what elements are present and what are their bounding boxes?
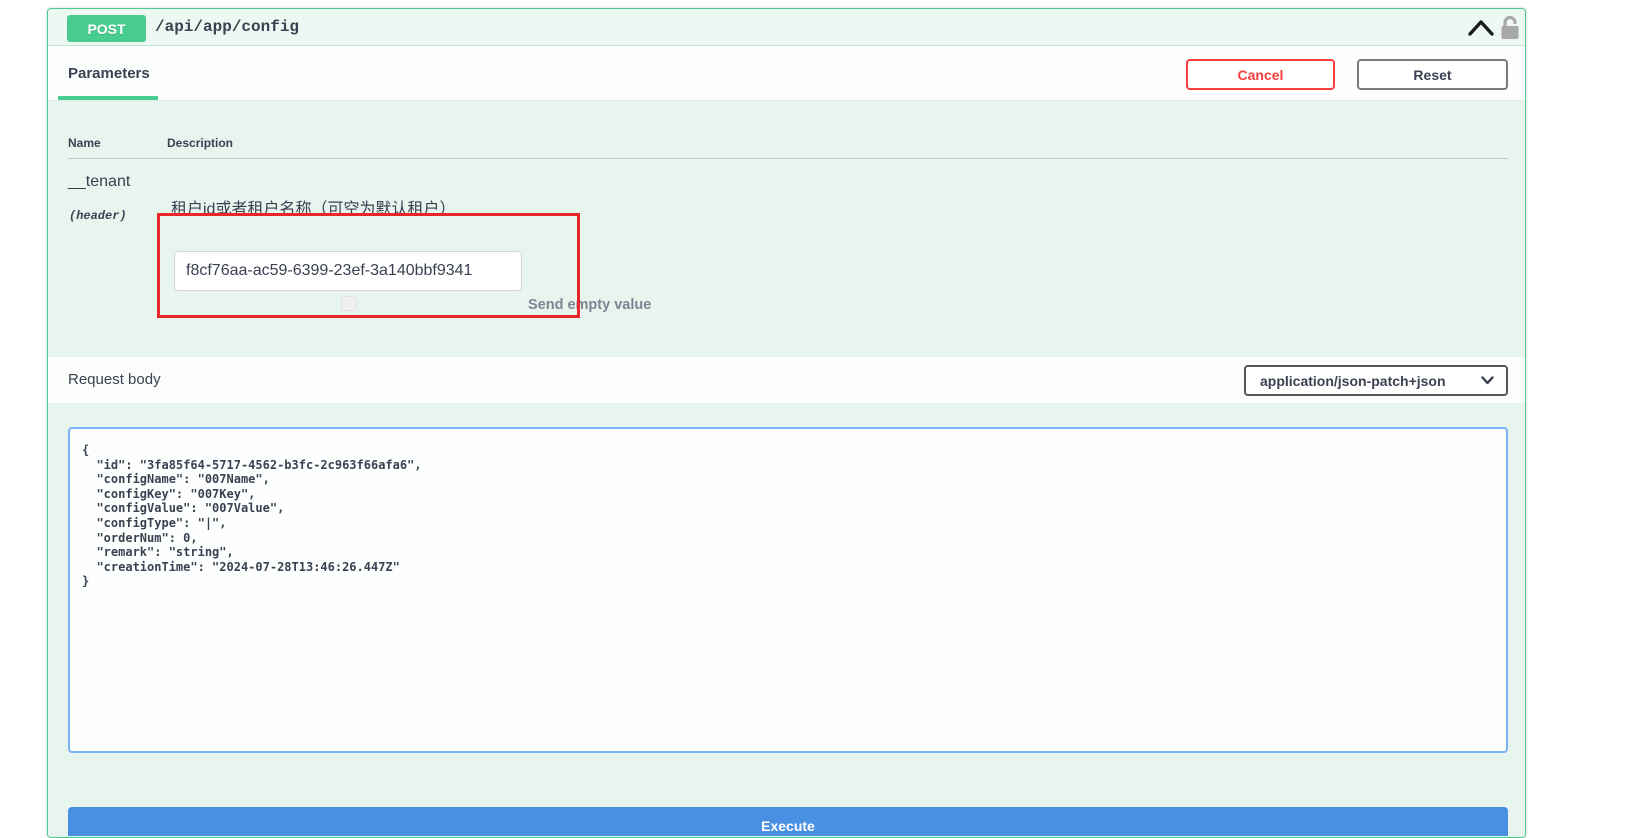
operation-header[interactable]: POST /api/app/config: [48, 9, 1525, 46]
parameter-name: __tenant: [68, 173, 130, 191]
tab-active-underline: [58, 96, 158, 100]
reset-button[interactable]: Reset: [1357, 59, 1508, 90]
execute-button[interactable]: Execute: [68, 807, 1508, 838]
operation-block-post: POST /api/app/config Parameters Cancel R…: [47, 8, 1526, 838]
cancel-button[interactable]: Cancel: [1186, 59, 1335, 90]
send-empty-value-checkbox[interactable]: [341, 296, 356, 311]
column-header-name: Name: [68, 136, 101, 150]
parameters-section: Name Description __tenant (header) 租户id或…: [48, 101, 1525, 357]
parameter-location: (header): [69, 209, 127, 223]
chevron-down-icon: [1481, 376, 1494, 385]
table-header-divider: [68, 158, 1508, 159]
request-body-label: Request body: [68, 357, 161, 403]
operation-toolbar: Parameters Cancel Reset: [48, 46, 1525, 101]
request-body-section: { "id": "3fa85f64-5717-4562-b3fc-2c963f6…: [48, 403, 1525, 838]
tenant-value-input[interactable]: [174, 251, 522, 291]
chevron-up-icon[interactable]: [1466, 17, 1496, 39]
operation-path[interactable]: /api/app/config: [155, 9, 299, 46]
request-body-header: Request body application/json-patch+json: [48, 357, 1525, 403]
tab-parameters[interactable]: Parameters: [68, 65, 150, 82]
method-badge[interactable]: POST: [67, 15, 146, 42]
content-type-select[interactable]: application/json-patch+json: [1244, 365, 1508, 396]
parameter-description: 租户id或者租户名称（可空为默认租户）: [171, 195, 455, 219]
column-header-description: Description: [167, 136, 233, 150]
send-empty-value-label: Send empty value: [528, 297, 651, 313]
request-body-editor[interactable]: { "id": "3fa85f64-5717-4562-b3fc-2c963f6…: [68, 427, 1508, 753]
unlock-icon[interactable]: [1498, 14, 1522, 42]
content-type-selected-value: application/json-patch+json: [1260, 373, 1481, 389]
swagger-ui-page: POST /api/app/config Parameters Cancel R…: [0, 0, 1650, 838]
